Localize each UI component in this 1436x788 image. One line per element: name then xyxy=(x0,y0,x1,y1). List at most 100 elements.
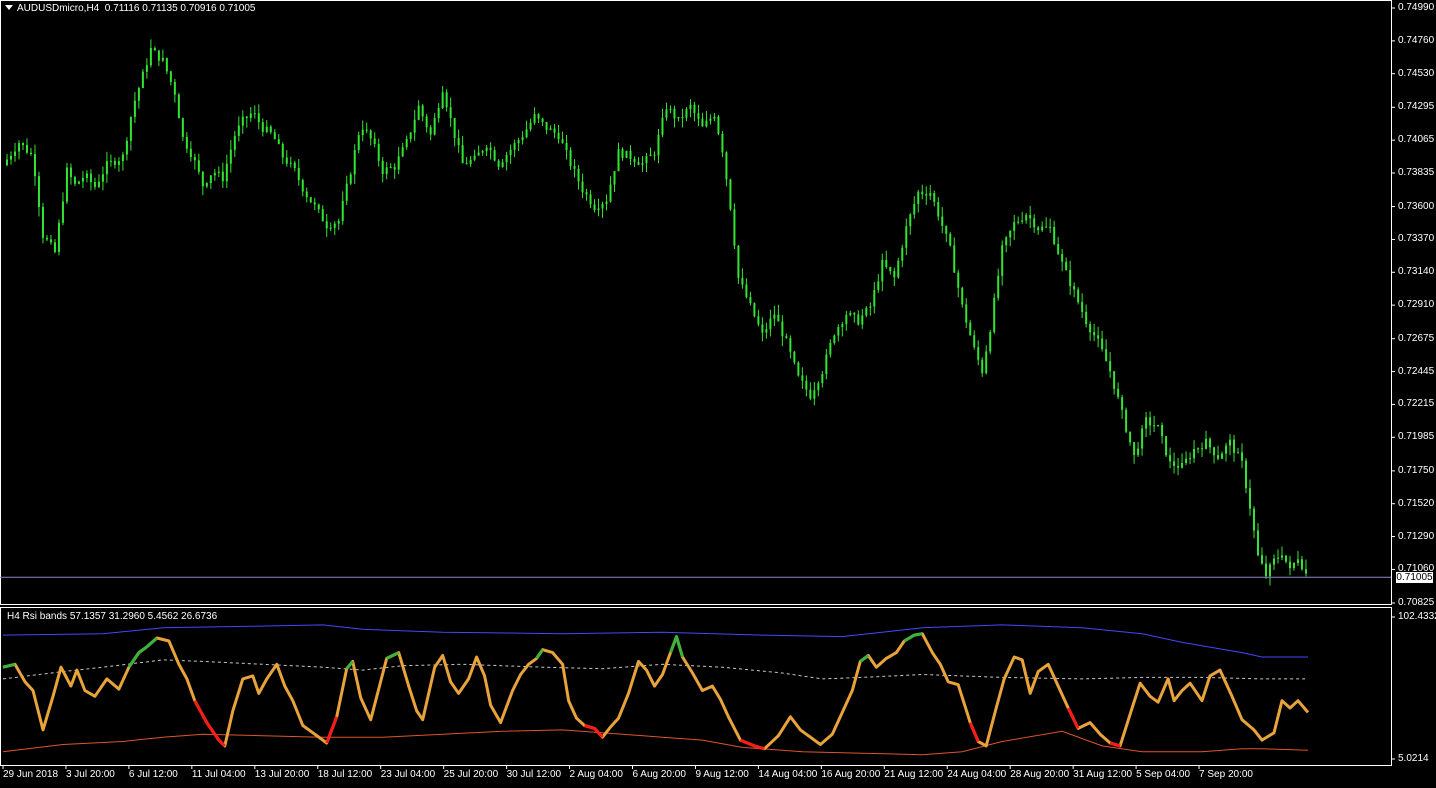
candle-body xyxy=(769,318,772,330)
main-chart-header[interactable]: AUDUSDmicro,H4 0.71116 0.71135 0.70916 0… xyxy=(5,3,256,15)
candle-body xyxy=(205,183,208,187)
candle-body xyxy=(829,342,832,355)
candle-body xyxy=(917,191,920,205)
candle-body xyxy=(1185,458,1188,463)
candle-body xyxy=(1177,465,1180,468)
candle-body xyxy=(265,126,268,132)
candle-body xyxy=(357,135,360,151)
price-tick-label: 0.70825 xyxy=(1398,597,1435,608)
time-tick-label: 16 Aug 20:00 xyxy=(821,769,881,780)
candle-body xyxy=(729,179,732,210)
candle-body xyxy=(1181,462,1184,468)
time-tick-label: 6 Aug 20:00 xyxy=(632,769,686,780)
candle-body xyxy=(169,71,172,82)
candle-body xyxy=(321,209,324,222)
chart-canvas[interactable] xyxy=(0,0,1436,788)
candle-body xyxy=(805,380,808,390)
candle-body xyxy=(993,297,996,333)
candle-body xyxy=(13,151,16,156)
rsi-upper-band xyxy=(2,624,1308,658)
candle-body xyxy=(301,180,304,192)
candle-body xyxy=(317,204,320,210)
candle-body xyxy=(1153,425,1156,427)
candle-body xyxy=(705,120,708,127)
candle-body xyxy=(1133,442,1136,455)
indicator-tick-label: 102.4332 xyxy=(1398,611,1436,622)
candle-body xyxy=(1049,226,1052,228)
candle-body xyxy=(341,200,344,221)
time-tick-label: 13 Jul 20:00 xyxy=(254,769,310,780)
candle-body xyxy=(737,245,740,278)
candle-body xyxy=(825,354,828,375)
candle-body xyxy=(69,167,72,178)
candle-body xyxy=(1221,453,1224,459)
candle-body xyxy=(1113,371,1116,389)
candle-body xyxy=(713,116,716,119)
candle-body xyxy=(141,71,144,88)
candle-body xyxy=(281,144,284,158)
candle-body xyxy=(381,160,384,175)
candle-body xyxy=(61,201,64,223)
rsi-oversold-segment xyxy=(193,699,226,747)
rsi-indicator-lines xyxy=(2,624,1310,756)
time-tick-label: 11 Jul 04:00 xyxy=(191,769,246,780)
candle-body xyxy=(593,204,596,211)
candle-body xyxy=(1300,559,1303,570)
price-tick-label: 0.71985 xyxy=(1398,431,1435,443)
chart-window[interactable]: AUDUSDmicro,H4 0.71116 0.71135 0.70916 0… xyxy=(0,0,1436,788)
candle-body xyxy=(541,118,544,122)
candle-body xyxy=(977,347,980,360)
candle-body xyxy=(857,314,860,325)
candle-body xyxy=(777,314,780,322)
candle-body xyxy=(373,138,376,145)
candle-body xyxy=(49,239,52,243)
candle-body xyxy=(209,175,212,184)
candle-body xyxy=(453,117,456,138)
price-tick-label: 0.73600 xyxy=(1398,200,1435,212)
candle-body xyxy=(517,140,520,144)
price-tick-label: 0.71520 xyxy=(1398,497,1435,509)
candle-body xyxy=(1217,455,1220,459)
candle-body xyxy=(605,201,608,204)
candle-body xyxy=(241,116,244,126)
candle-body xyxy=(665,109,668,118)
candle-body xyxy=(1069,269,1072,287)
candle-body xyxy=(293,162,296,169)
candle-body xyxy=(629,150,632,159)
candle-body xyxy=(193,157,196,161)
candle-body xyxy=(633,158,636,163)
candle-body xyxy=(213,172,216,176)
candle-body xyxy=(1161,425,1164,437)
candle-body xyxy=(1141,428,1144,449)
candle-body xyxy=(1261,555,1263,564)
candle-body xyxy=(249,113,252,118)
candle-body xyxy=(1105,349,1108,362)
chart-menu-triangle-icon[interactable] xyxy=(5,4,13,10)
candle-body xyxy=(457,137,460,146)
main-plot-frame xyxy=(0,0,1392,605)
candle-body xyxy=(1029,214,1032,219)
candle-body xyxy=(101,174,104,182)
candle-body xyxy=(485,147,488,152)
candle-body xyxy=(897,260,900,278)
candle-body xyxy=(569,150,572,167)
candle-body xyxy=(549,128,552,130)
candle-body xyxy=(337,220,340,224)
ohlc-values: 0.71116 0.71135 0.70916 0.71005 xyxy=(104,3,256,14)
rsi-overbought-segment xyxy=(386,651,400,660)
candle-body xyxy=(573,166,576,169)
indicator-tick-label: 5.0214 xyxy=(1398,753,1429,764)
candle-body xyxy=(765,329,768,333)
candle-body xyxy=(1121,397,1124,410)
candle-body xyxy=(493,150,496,161)
candle-body xyxy=(1173,461,1176,466)
candle-body xyxy=(93,182,96,187)
candle-body xyxy=(461,145,464,164)
candle-body xyxy=(1117,388,1120,398)
price-tick-label: 0.72215 xyxy=(1398,398,1435,410)
indicator-values: 57.1357 31.2960 5.4562 26.6736 xyxy=(69,611,218,622)
candle-body xyxy=(1253,508,1256,531)
candle-body xyxy=(1245,460,1248,489)
candle-body xyxy=(973,335,976,348)
candle-body xyxy=(1149,417,1152,426)
